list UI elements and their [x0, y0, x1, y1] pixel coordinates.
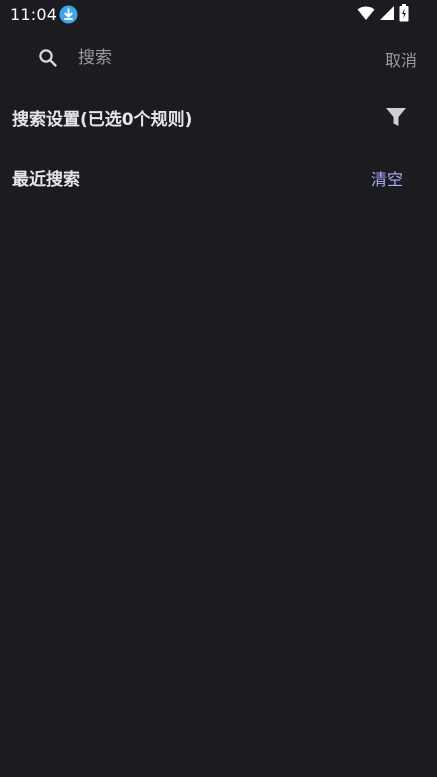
download-icon — [59, 5, 78, 24]
status-time: 11:04 — [10, 5, 58, 24]
signal-icon — [379, 5, 395, 25]
search-settings-row[interactable]: 搜索设置(已选0个规则) — [0, 96, 437, 136]
search-input[interactable] — [78, 44, 358, 72]
clear-button[interactable]: 清空 — [371, 166, 403, 190]
recent-search-row: 最近搜索 清空 — [0, 156, 437, 196]
cancel-button[interactable]: 取消 — [385, 47, 417, 71]
battery-charging-icon — [399, 4, 409, 26]
filter-icon[interactable] — [385, 106, 407, 128]
wifi-icon — [357, 5, 375, 25]
search-icon — [38, 48, 58, 68]
status-icons — [357, 4, 409, 26]
search-bar: 取消 — [0, 36, 437, 80]
recent-search-title: 最近搜索 — [12, 170, 80, 190]
search-settings-title: 搜索设置(已选0个规则) — [12, 110, 193, 130]
status-bar: 11:04 — [0, 0, 437, 30]
